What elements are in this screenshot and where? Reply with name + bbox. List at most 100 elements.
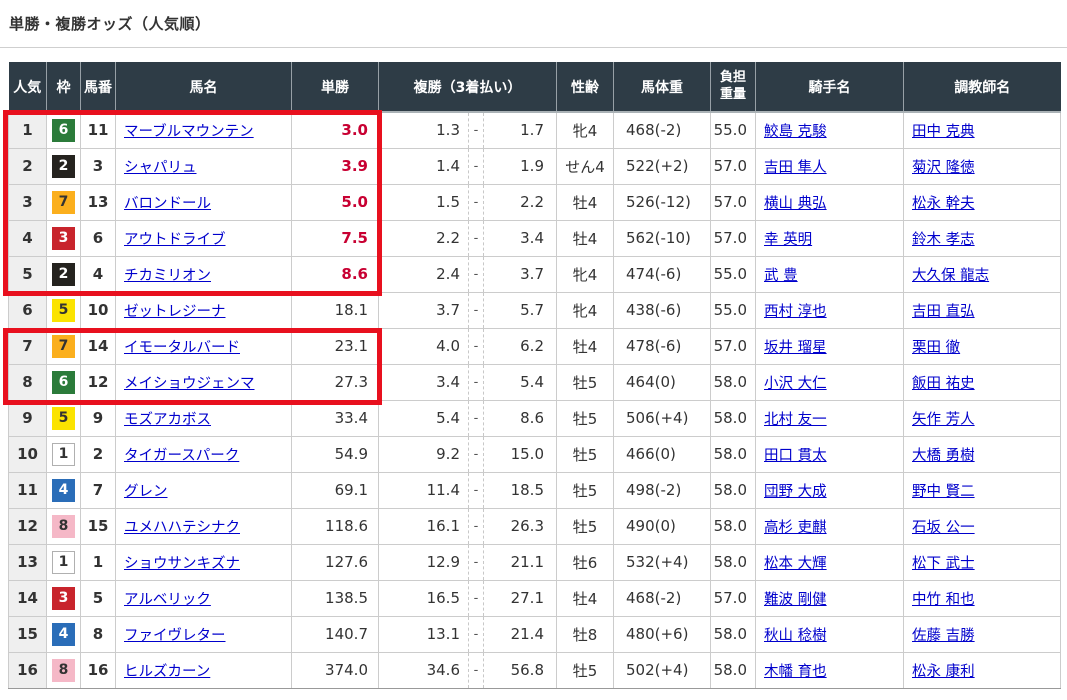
- jockey-cell: 木幡 育也: [756, 652, 904, 688]
- horse-name-link[interactable]: バロンドール: [124, 196, 211, 212]
- horse-weight-cell: 532(+4): [614, 544, 711, 580]
- header-number: 馬番: [81, 62, 116, 112]
- horse-name-link[interactable]: タイガースパーク: [124, 448, 239, 464]
- trainer-link[interactable]: 松永 幹夫: [912, 196, 975, 212]
- place-odds-range: 16.1-26.3: [379, 509, 556, 544]
- frame-cell: 5: [47, 292, 81, 328]
- trainer-link[interactable]: 松下 武士: [912, 556, 975, 572]
- page-title: 単勝・複勝オッズ（人気順）: [0, 0, 1067, 34]
- place-odds-max: 8.6: [484, 409, 556, 427]
- jockey-link[interactable]: 高杉 吏麒: [764, 520, 827, 536]
- horse-name-link[interactable]: メイショウジェンマ: [124, 376, 255, 392]
- horse-name-link[interactable]: アウトドライブ: [124, 232, 226, 248]
- horse-name-cell: アウトドライブ: [116, 220, 292, 256]
- horse-name-cell: シャパリュ: [116, 148, 292, 184]
- trainer-link[interactable]: 吉田 直弘: [912, 304, 975, 320]
- trainer-link[interactable]: 鈴木 孝志: [912, 232, 975, 248]
- horse-name-link[interactable]: チカミリオン: [124, 268, 211, 284]
- place-odds-range: 2.4-3.7: [379, 257, 556, 292]
- horse-weight-cell: 502(+4): [614, 652, 711, 688]
- horse-name-link[interactable]: ショウサンキズナ: [124, 556, 240, 572]
- frame-badge: 8: [52, 515, 75, 538]
- impost-cell: 58.0: [711, 544, 756, 580]
- trainer-link[interactable]: 大久保 龍志: [912, 268, 989, 284]
- sex-age-cell: 牡5: [557, 508, 614, 544]
- place-odds-separator: -: [468, 365, 484, 400]
- trainer-link[interactable]: 中竹 和也: [912, 592, 975, 608]
- impost-cell: 57.0: [711, 580, 756, 616]
- jockey-link[interactable]: 田口 貫太: [764, 448, 827, 464]
- place-odds-cell: 16.1-26.3: [379, 508, 557, 544]
- place-odds-min: 2.2: [379, 229, 468, 247]
- jockey-link[interactable]: 小沢 大仁: [764, 376, 827, 392]
- horse-name-link[interactable]: モズアカボス: [124, 412, 211, 428]
- horse-number-cell: 16: [81, 652, 116, 688]
- table-row: 8612メイショウジェンマ27.33.4-5.4牡5464(0)58.0小沢 大…: [9, 364, 1061, 400]
- place-odds-range: 4.0-6.2: [379, 329, 556, 364]
- sex-age-cell: 牡5: [557, 472, 614, 508]
- horse-name-link[interactable]: ヒルズカーン: [124, 664, 210, 680]
- jockey-link[interactable]: 秋山 稔樹: [764, 628, 827, 644]
- frame-badge: 7: [52, 335, 75, 358]
- trainer-link[interactable]: 大橋 勇樹: [912, 448, 975, 464]
- place-odds-max: 3.7: [484, 265, 556, 283]
- horse-name-link[interactable]: イモータルバード: [124, 340, 240, 356]
- trainer-link[interactable]: 栗田 徹: [912, 340, 960, 356]
- win-odds-cell: 23.1: [292, 328, 379, 364]
- jockey-cell: 秋山 稔樹: [756, 616, 904, 652]
- jockey-link[interactable]: 横山 典弘: [764, 196, 827, 212]
- sex-age-cell: 牡8: [557, 616, 614, 652]
- trainer-cell: 飯田 祐史: [904, 364, 1061, 400]
- jockey-link[interactable]: 難波 剛健: [764, 592, 827, 608]
- jockey-link[interactable]: 吉田 隼人: [764, 160, 827, 176]
- horse-name-link[interactable]: グレン: [124, 484, 168, 500]
- rank-cell: 8: [9, 364, 47, 400]
- table-row: 6510ゼットレジーナ18.13.7-5.7牝4438(-6)55.0西村 淳也…: [9, 292, 1061, 328]
- horse-name-link[interactable]: ユメハハテシナク: [124, 520, 240, 536]
- place-odds-min: 12.9: [379, 553, 468, 571]
- horse-name-link[interactable]: アルベリック: [124, 592, 211, 608]
- trainer-link[interactable]: 田中 克典: [912, 124, 975, 140]
- jockey-link[interactable]: 西村 淳也: [764, 304, 827, 320]
- table-row: 223シャパリュ3.91.4-1.9せん4522(+2)57.0吉田 隼人菊沢 …: [9, 148, 1061, 184]
- jockey-cell: 鮫島 克駿: [756, 112, 904, 148]
- place-odds-max: 27.1: [484, 589, 556, 607]
- horse-number-cell: 4: [81, 256, 116, 292]
- place-odds-separator: -: [468, 221, 484, 256]
- trainer-link[interactable]: 野中 賢二: [912, 484, 975, 500]
- trainer-link[interactable]: 飯田 祐史: [912, 376, 975, 392]
- frame-badge: 5: [52, 407, 75, 430]
- place-odds-separator: -: [468, 581, 484, 616]
- table-row: 1012タイガースパーク54.99.2-15.0牡5466(0)58.0田口 貫…: [9, 436, 1061, 472]
- trainer-link[interactable]: 矢作 芳人: [912, 412, 975, 428]
- jockey-cell: 団野 大成: [756, 472, 904, 508]
- rank-cell: 2: [9, 148, 47, 184]
- place-odds-cell: 3.7-5.7: [379, 292, 557, 328]
- win-odds-cell: 5.0: [292, 184, 379, 220]
- trainer-link[interactable]: 佐藤 吉勝: [912, 628, 975, 644]
- horse-name-link[interactable]: ファイヴレター: [124, 628, 226, 644]
- trainer-cell: 松下 武士: [904, 544, 1061, 580]
- place-odds-min: 1.3: [379, 121, 468, 139]
- place-odds-range: 1.4-1.9: [379, 149, 556, 184]
- sex-age-cell: 牝4: [557, 256, 614, 292]
- horse-name-link[interactable]: ゼットレジーナ: [124, 304, 226, 320]
- sex-age-cell: 牝4: [557, 112, 614, 148]
- win-odds-cell: 69.1: [292, 472, 379, 508]
- horse-weight-cell: 478(-6): [614, 328, 711, 364]
- trainer-cell: 松永 幹夫: [904, 184, 1061, 220]
- trainer-link[interactable]: 石坂 公一: [912, 520, 975, 536]
- jockey-link[interactable]: 坂井 瑠星: [764, 340, 827, 356]
- jockey-link[interactable]: 鮫島 克駿: [764, 124, 827, 140]
- jockey-link[interactable]: 木幡 育也: [764, 664, 827, 680]
- trainer-link[interactable]: 菊沢 隆徳: [912, 160, 975, 176]
- horse-name-link[interactable]: マーブルマウンテン: [124, 124, 254, 140]
- jockey-link[interactable]: 武 豊: [764, 268, 798, 284]
- trainer-link[interactable]: 松永 康利: [912, 664, 975, 680]
- horse-name-link[interactable]: シャパリュ: [124, 160, 197, 176]
- jockey-link[interactable]: 幸 英明: [764, 232, 812, 248]
- jockey-link[interactable]: 松本 大輝: [764, 556, 827, 572]
- jockey-link[interactable]: 団野 大成: [764, 484, 827, 500]
- horse-weight-cell: 490(0): [614, 508, 711, 544]
- jockey-link[interactable]: 北村 友一: [764, 412, 827, 428]
